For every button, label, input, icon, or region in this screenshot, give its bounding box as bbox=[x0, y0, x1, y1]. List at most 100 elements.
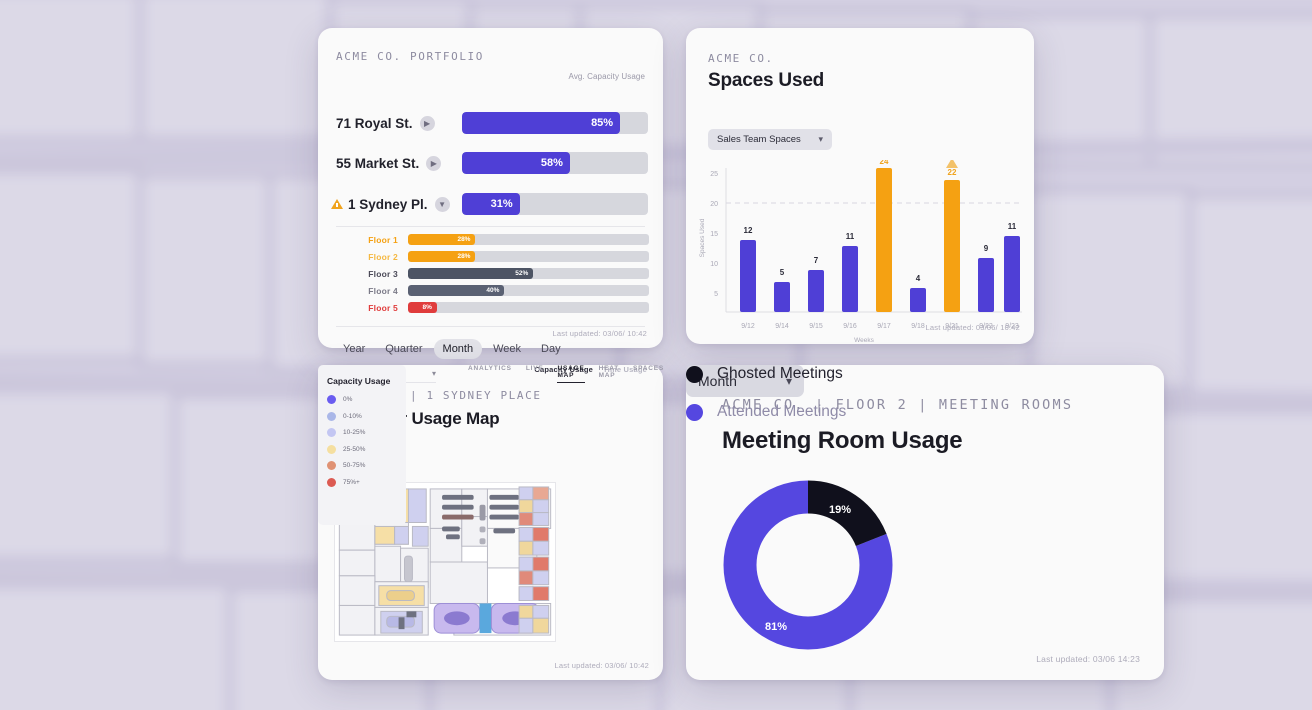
bar-9-12 bbox=[740, 240, 756, 312]
avg-capacity-usage-label: Avg. Capacity Usage bbox=[568, 72, 645, 81]
meeting-room-card: ACME CO. | FLOOR 2 | MEETING ROOMS Meeti… bbox=[686, 365, 1164, 680]
site-usage-fill: 85% bbox=[462, 112, 621, 134]
subtab-heat-map[interactable]: HEAT MAP bbox=[599, 365, 619, 383]
x-tick-9-16: 9/16 bbox=[843, 323, 857, 330]
team-filter-select[interactable]: Sales Team Spaces ▾ bbox=[708, 129, 832, 150]
floor-label: Floor 4 bbox=[368, 285, 398, 296]
bar-value-9-17: 24 bbox=[880, 160, 889, 166]
subtab-analytics[interactable]: ANALYTICS bbox=[468, 365, 512, 383]
bar-value-9-18: 4 bbox=[916, 274, 921, 283]
legend-swatch-icon bbox=[327, 395, 336, 404]
bar-value-9-21: 22 bbox=[948, 168, 957, 177]
site-usage-value: 58% bbox=[540, 157, 563, 169]
floor-track: 28% bbox=[408, 251, 649, 262]
spaces-used-bar-chart: 25 20 15 10 5 Spaces Used 12 5 7 11 24 4 bbox=[699, 160, 1022, 344]
chevron-right-icon[interactable]: ▶ bbox=[426, 155, 442, 171]
last-updated-stamp: Last updated: 03/06/ 10:42 bbox=[554, 661, 649, 670]
x-tick-9-17: 9/17 bbox=[877, 323, 891, 330]
floor-row[interactable]: Floor 5 8% bbox=[336, 302, 649, 313]
bar-group: 12 5 7 11 24 4 22 9 11 bbox=[740, 160, 1020, 312]
y-tick-20: 20 bbox=[710, 201, 718, 208]
portfolio-eyebrow: ACME CO. PORTFOLIO bbox=[336, 50, 485, 63]
legend-label: 75%+ bbox=[343, 478, 360, 486]
last-updated-stamp: Last updated: 03/06/ 10:42 bbox=[925, 323, 1020, 332]
bar-value-9-14: 5 bbox=[780, 268, 785, 277]
floor-track: 40% bbox=[408, 285, 649, 296]
legend-label: 0% bbox=[343, 396, 353, 403]
team-filter-value: Sales Team Spaces bbox=[717, 134, 801, 145]
site-usage-value: 31% bbox=[490, 198, 513, 210]
floor-fill: 28% bbox=[408, 251, 476, 262]
chevron-down-icon[interactable]: ▾ bbox=[818, 134, 823, 145]
floor-fill: 40% bbox=[408, 285, 505, 296]
range-tab-week[interactable]: Week bbox=[484, 339, 530, 359]
bar-9-14 bbox=[774, 282, 790, 312]
floor-fill: 8% bbox=[408, 302, 437, 313]
legend-label: Ghosted Meetings bbox=[717, 365, 843, 382]
chevron-right-icon[interactable]: ▶ bbox=[419, 115, 435, 131]
bar-value-9-16: 11 bbox=[846, 232, 855, 241]
legend-label: 0-10% bbox=[343, 412, 362, 420]
floor-label: Floor 5 bbox=[368, 302, 398, 313]
portfolio-site-row[interactable]: 71 Royal St. ▶ bbox=[336, 110, 435, 136]
spaces-title: Spaces Used bbox=[708, 70, 825, 91]
chevron-down-icon[interactable]: ▼ bbox=[434, 196, 450, 212]
range-tab-day[interactable]: Day bbox=[532, 339, 570, 359]
legend-item: 75%+ bbox=[327, 477, 397, 487]
portfolio-site-row[interactable]: 1 Sydney Pl. ▼ bbox=[331, 191, 450, 217]
floor-value: 52% bbox=[515, 270, 529, 277]
bar-9-16 bbox=[842, 246, 858, 312]
site-name: 55 Market St. bbox=[336, 155, 420, 171]
legend-swatch-icon bbox=[686, 403, 703, 421]
site-usage-fill: 31% bbox=[462, 193, 520, 215]
x-tick-9-15: 9/15 bbox=[809, 323, 823, 330]
legend-item: 0-10% bbox=[327, 411, 397, 421]
floor-row[interactable]: Floor 2 28% bbox=[336, 251, 649, 262]
legend-swatch-icon bbox=[327, 428, 336, 437]
x-tick-9-18: 9/18 bbox=[911, 323, 925, 330]
site-usage-value: 85% bbox=[591, 117, 614, 129]
bar-value-9-23: 11 bbox=[1008, 222, 1017, 231]
legend-label: 25-50% bbox=[343, 445, 366, 453]
x-tick-9-12: 9/12 bbox=[741, 323, 755, 330]
floor-track: 52% bbox=[408, 268, 649, 279]
legend-label: Attended Meetings bbox=[717, 403, 847, 420]
floor-row[interactable]: Floor 1 28% bbox=[336, 234, 649, 245]
bar-9-21 bbox=[944, 180, 960, 312]
floor-track: 28% bbox=[408, 234, 649, 245]
legend-swatch-icon bbox=[327, 411, 336, 421]
meeting-usage-donut-chart: 19% 81% bbox=[723, 480, 893, 650]
y-tick-5: 5 bbox=[714, 291, 718, 298]
floor-value: 28% bbox=[457, 253, 471, 260]
capacity-usage-legend: Capacity Usage 0% 0-10% 10-25% 25-50% 50… bbox=[318, 365, 406, 525]
floor-row[interactable]: Floor 3 52% bbox=[336, 268, 649, 279]
range-tab-quarter[interactable]: Quarter bbox=[376, 339, 431, 359]
divider bbox=[336, 326, 645, 327]
legend-swatch-icon bbox=[327, 477, 336, 487]
floor-value: 40% bbox=[486, 287, 500, 294]
time-range-tabs: Year Quarter Month Week Day bbox=[334, 339, 570, 359]
floor-label: Floor 2 bbox=[368, 251, 398, 262]
floor-fill: 52% bbox=[408, 268, 534, 279]
legend-item: 50-75% bbox=[327, 461, 397, 470]
portfolio-site-row[interactable]: 55 Market St. ▶ bbox=[336, 150, 442, 176]
bar-value-9-15: 7 bbox=[814, 256, 819, 265]
legend-item-attended[interactable]: Attended Meetings bbox=[686, 403, 846, 421]
site-name: 71 Royal St. bbox=[336, 115, 413, 131]
chevron-down-icon[interactable]: ▾ bbox=[432, 369, 436, 378]
range-tab-month[interactable]: Month bbox=[433, 339, 483, 359]
donut-label-ghosted: 19% bbox=[829, 504, 851, 516]
range-tab-year[interactable]: Year bbox=[334, 339, 374, 359]
site-usage-track: 31% bbox=[462, 193, 648, 215]
floor-row[interactable]: Floor 4 40% bbox=[336, 285, 649, 296]
legend-item-ghosted[interactable]: Ghosted Meetings bbox=[686, 365, 846, 383]
site-usage-fill: 58% bbox=[462, 152, 570, 174]
usage-map-card: ACME CO. | 1 SYDNEY PLACE 4th Floor Usag… bbox=[318, 365, 663, 680]
floor-fill: 28% bbox=[408, 234, 476, 245]
floor-value: 28% bbox=[457, 236, 471, 243]
last-updated-stamp: Last updated: 03/06/ 10:42 bbox=[552, 329, 647, 338]
y-tick-25: 25 bbox=[710, 171, 718, 178]
subtab-spaces[interactable]: SPACES bbox=[633, 365, 664, 383]
subtab-live[interactable]: LIVE bbox=[526, 365, 544, 383]
subtab-usage-map[interactable]: USAGE MAP bbox=[557, 365, 585, 383]
